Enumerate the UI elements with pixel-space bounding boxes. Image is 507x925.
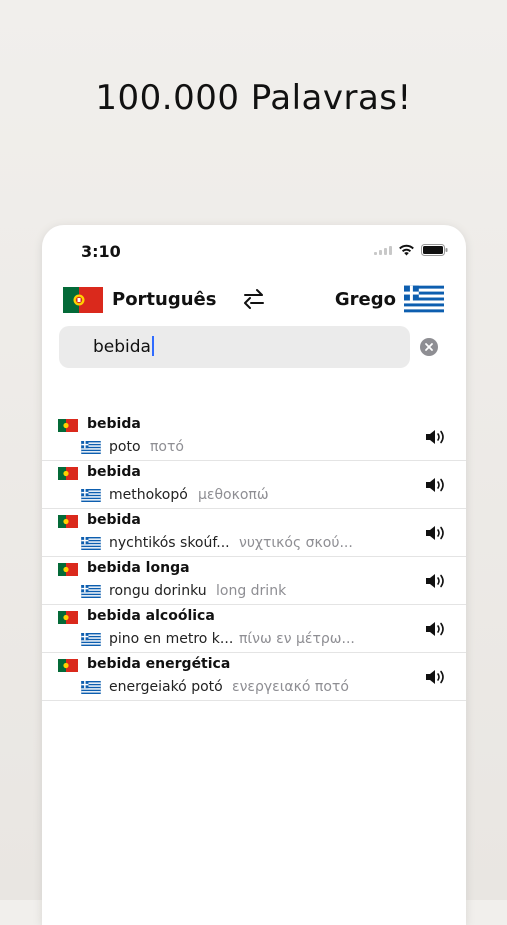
transliteration: pino en metro k...: [109, 631, 234, 647]
status-icons: [374, 244, 448, 256]
clear-icon[interactable]: [420, 338, 438, 356]
speaker-icon[interactable]: [424, 524, 446, 542]
list-item[interactable]: bebida methokopó μεθοκοπώ: [42, 461, 466, 509]
transliteration: rongu dorinku: [109, 583, 207, 599]
portugal-flag-icon[interactable]: [63, 287, 103, 313]
greek-word: μεθοκοπώ: [198, 487, 269, 503]
language-bar: Português Grego: [42, 285, 466, 315]
source-language-button[interactable]: Português: [112, 289, 216, 310]
portuguese-word: bebida alcoólica: [87, 608, 215, 624]
status-time: 3:10: [81, 242, 121, 261]
list-item[interactable]: bebida longa rongu dorinku long drink: [42, 557, 466, 605]
signal-icon: [374, 245, 392, 255]
transliteration: nychtikós skoúf...: [109, 535, 230, 551]
transliteration: methokopó: [109, 487, 188, 503]
portugal-flag-icon: [58, 659, 78, 672]
transliteration: poto: [109, 439, 141, 455]
swap-arrows-icon[interactable]: [243, 287, 265, 315]
greek-word: long drink: [216, 583, 287, 599]
portuguese-word: bebida longa: [87, 560, 190, 576]
target-language-button[interactable]: Grego: [335, 289, 396, 310]
portuguese-word: bebida energética: [87, 656, 231, 672]
greek-word: νυχτικός σκού...: [239, 535, 353, 551]
headline: 100.000 Palavras!: [95, 78, 412, 118]
greece-flag-icon[interactable]: [404, 285, 444, 313]
portuguese-word: bebida: [87, 416, 141, 432]
greek-word: πίνω εν μέτρω...: [239, 631, 355, 647]
portugal-flag-icon: [58, 419, 78, 432]
greece-flag-icon: [81, 489, 101, 502]
transliteration: energeiakó potó: [109, 679, 223, 695]
greece-flag-icon: [81, 441, 101, 454]
greece-flag-icon: [81, 585, 101, 598]
greek-word: ενεργειακό ποτό: [232, 679, 349, 695]
status-bar: 3:10: [42, 225, 466, 275]
speaker-icon[interactable]: [424, 428, 446, 446]
search-input[interactable]: bebida: [93, 336, 154, 357]
portugal-flag-icon: [58, 563, 78, 576]
portugal-flag-icon: [58, 515, 78, 528]
search-field[interactable]: bebida: [59, 326, 410, 368]
portugal-flag-icon: [58, 611, 78, 624]
text-caret: [151, 336, 154, 356]
list-item[interactable]: bebida nychtikós skoúf... νυχτικός σκού.…: [42, 509, 466, 557]
greece-flag-icon: [81, 537, 101, 550]
speaker-icon[interactable]: [424, 572, 446, 590]
speaker-icon[interactable]: [424, 668, 446, 686]
portuguese-word: bebida: [87, 512, 141, 528]
results-list: bebida poto ποτό bebida methokopó μεθοκο…: [42, 413, 466, 701]
speaker-icon[interactable]: [424, 620, 446, 638]
list-item[interactable]: bebida alcoólica pino en metro k... πίνω…: [42, 605, 466, 653]
greece-flag-icon: [81, 681, 101, 694]
phone-screen: 3:10 Português Grego bebida bebida poto …: [42, 225, 466, 925]
list-item[interactable]: bebida energética energeiakó potó ενεργε…: [42, 653, 466, 701]
wifi-icon: [398, 244, 415, 256]
greek-word: ποτό: [150, 439, 184, 455]
portuguese-word: bebida: [87, 464, 141, 480]
portugal-flag-icon: [58, 467, 78, 480]
greece-flag-icon: [81, 633, 101, 646]
speaker-icon[interactable]: [424, 476, 446, 494]
battery-icon: [421, 244, 448, 256]
list-item[interactable]: bebida poto ποτό: [42, 413, 466, 461]
